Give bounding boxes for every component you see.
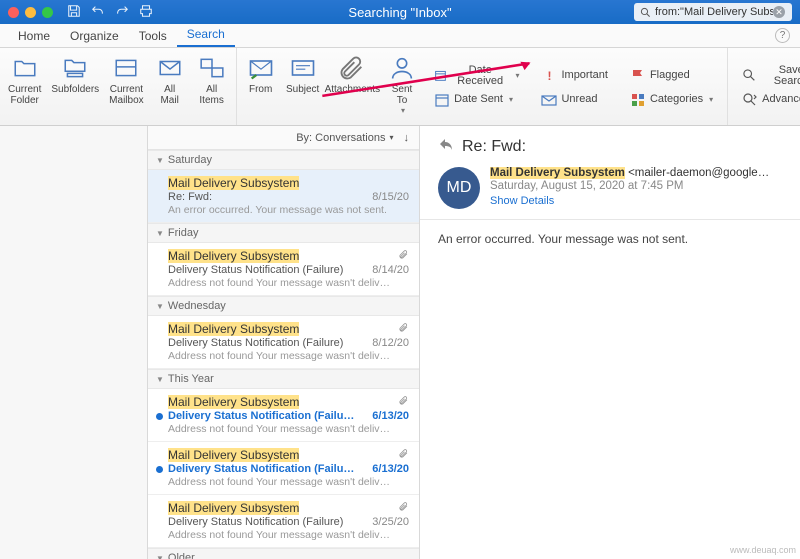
sent-to-button[interactable]: Sent To▾ [382, 52, 422, 123]
search-input[interactable] [655, 6, 773, 18]
unread-button[interactable]: Unread [535, 89, 613, 111]
ribbon-tabs: Home Organize Tools Search ? [0, 24, 800, 48]
content-area: By: Conversations ▾↓ ▼SaturdayMail Deliv… [0, 126, 800, 559]
from-line: Mail Delivery Subsystem <mailer-daemon@g… [490, 167, 782, 179]
zoom-window-button[interactable] [42, 7, 53, 18]
watermark: www.deuaq.com [730, 545, 796, 555]
redo-icon[interactable] [115, 4, 129, 21]
ribbon-group-filters: From Subject Attachments Sent To▾ Date R… [237, 48, 729, 125]
help-icon[interactable]: ? [775, 28, 790, 43]
categories-button[interactable]: Categories▾ [624, 89, 719, 111]
from-button[interactable]: From [241, 52, 281, 123]
reading-subject-text: Re: Fwd: [462, 138, 526, 156]
sort-by-value: Conversations [315, 132, 385, 144]
date-sent-button[interactable]: Date Sent▾ [428, 89, 525, 111]
reading-body: An error occurred. Your message was not … [420, 220, 800, 258]
tab-tools[interactable]: Tools [129, 25, 177, 47]
quick-access-toolbar [67, 4, 153, 21]
subject-button[interactable]: Subject [283, 52, 323, 123]
group-header[interactable]: ▼This Year [148, 369, 419, 389]
group-header[interactable]: ▼Friday [148, 223, 419, 243]
undo-icon[interactable] [91, 4, 105, 21]
message-item[interactable]: Mail Delivery SubsystemDelivery Status N… [148, 243, 419, 296]
search-field-container[interactable]: ✕ [634, 3, 792, 21]
date-line: Saturday, August 15, 2020 at 7:45 PM [490, 180, 782, 192]
sort-direction-icon[interactable]: ↓ [404, 132, 410, 144]
subfolders-button[interactable]: Subfolders [47, 52, 103, 123]
reading-header: Re: Fwd: MD Mail Delivery Subsystem <mai… [420, 126, 800, 220]
reading-subject: Re: Fwd: [438, 136, 782, 157]
close-window-button[interactable] [8, 7, 19, 18]
reading-pane: Re: Fwd: MD Mail Delivery Subsystem <mai… [420, 126, 800, 559]
all-mail-button[interactable]: All Mail [150, 52, 190, 123]
group-header[interactable]: ▼Saturday [148, 150, 419, 170]
group-header[interactable]: ▼Older [148, 548, 419, 559]
sort-by-label: By: [296, 132, 312, 144]
message-list: By: Conversations ▾↓ ▼SaturdayMail Deliv… [148, 126, 420, 559]
save-search-button[interactable]: Save Search [736, 65, 800, 87]
window-controls [0, 7, 53, 18]
tab-home[interactable]: Home [8, 25, 60, 47]
message-item[interactable]: Mail Delivery SubsystemDelivery Status N… [148, 316, 419, 369]
message-item[interactable]: Mail Delivery SubsystemDelivery Status N… [148, 495, 419, 548]
title-bar: Searching "Inbox" ✕ [0, 0, 800, 24]
advanced-button[interactable]: Advanced▾ [736, 89, 800, 111]
important-button[interactable]: !Important [535, 65, 613, 87]
ribbon: Current Folder Subfolders Current Mailbo… [0, 48, 800, 126]
tab-search[interactable]: Search [177, 23, 235, 47]
current-folder-button[interactable]: Current Folder [4, 52, 45, 123]
show-details-link[interactable]: Show Details [490, 195, 782, 207]
ribbon-group-advanced: Save Search Advanced▾ [728, 48, 800, 125]
clear-search-icon[interactable]: ✕ [773, 6, 785, 18]
date-received-button[interactable]: Date Received▾ [428, 65, 525, 87]
nav-pane[interactable] [0, 126, 148, 559]
group-header[interactable]: ▼Wednesday [148, 296, 419, 316]
tab-organize[interactable]: Organize [60, 25, 129, 47]
search-icon [640, 7, 651, 18]
ribbon-group-scope: Current Folder Subfolders Current Mailbo… [0, 48, 237, 125]
reading-from: MD Mail Delivery Subsystem <mailer-daemo… [438, 167, 782, 209]
current-mailbox-button[interactable]: Current Mailbox [105, 52, 147, 123]
minimize-window-button[interactable] [25, 7, 36, 18]
message-item[interactable]: Mail Delivery SubsystemRe: Fwd:8/15/20An… [148, 170, 419, 223]
all-items-button[interactable]: All Items [192, 52, 232, 123]
save-icon[interactable] [67, 4, 81, 21]
message-item[interactable]: Mail Delivery SubsystemDelivery Status N… [148, 442, 419, 495]
sender-avatar: MD [438, 167, 480, 209]
list-sort-header[interactable]: By: Conversations ▾↓ [148, 126, 419, 150]
message-list-scroll[interactable]: ▼SaturdayMail Delivery SubsystemRe: Fwd:… [148, 150, 419, 559]
reply-icon[interactable] [438, 136, 454, 157]
flagged-button[interactable]: Flagged [624, 65, 719, 87]
attachments-button[interactable]: Attachments [325, 52, 380, 123]
message-item[interactable]: Mail Delivery SubsystemDelivery Status N… [148, 389, 419, 442]
print-icon[interactable] [139, 4, 153, 21]
